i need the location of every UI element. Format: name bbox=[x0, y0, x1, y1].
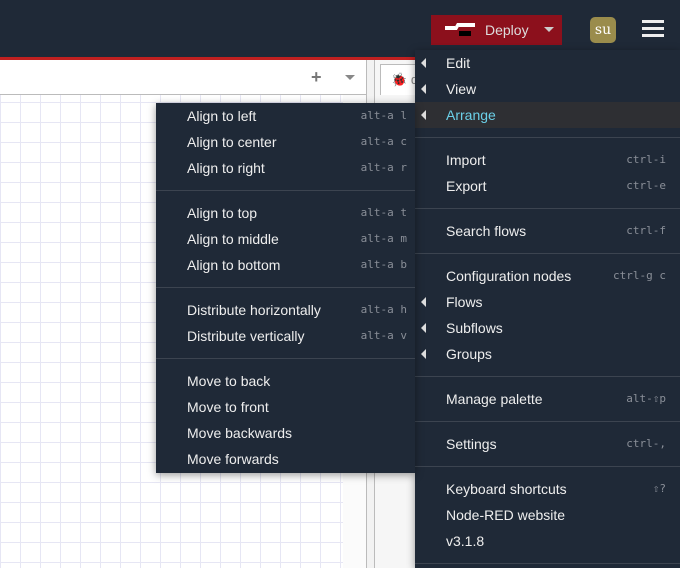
menu-item-label: Arrange bbox=[446, 107, 496, 123]
menu-divider bbox=[156, 287, 415, 288]
menu-item-label: Settings bbox=[446, 436, 497, 452]
menu-item-shortcut: alt-a v bbox=[360, 329, 407, 342]
menu-item-label: Distribute vertically bbox=[187, 328, 305, 344]
menu-item-label: v3.1.8 bbox=[446, 533, 485, 549]
menu-item-label: Export bbox=[446, 178, 487, 194]
deploy-dropdown-icon[interactable] bbox=[544, 27, 554, 32]
menu-item-label: Node-RED website bbox=[446, 507, 566, 523]
flow-list-dropdown-icon[interactable] bbox=[345, 75, 355, 80]
submenu-arrow-icon bbox=[421, 84, 426, 94]
menu-item-edit[interactable]: Edit bbox=[415, 50, 680, 76]
hamburger-menu-icon[interactable] bbox=[642, 20, 664, 38]
menu-item-label: Flows bbox=[446, 294, 483, 310]
menu-item-view[interactable]: View bbox=[415, 76, 680, 102]
menu-item-move-backwards[interactable]: Move backwards bbox=[156, 420, 415, 446]
deploy-label: Deploy bbox=[485, 22, 529, 38]
menu-item-label: Subflows bbox=[446, 320, 503, 336]
menu-divider bbox=[415, 137, 680, 138]
menu-item-align-to-center[interactable]: Align to center alt-a c bbox=[156, 129, 415, 155]
menu-item-align-to-top[interactable]: Align to top alt-a t bbox=[156, 200, 415, 226]
menu-item-subflows[interactable]: Subflows bbox=[415, 315, 680, 341]
submenu-arrow-icon bbox=[421, 58, 426, 68]
menu-item-distribute-horizontally[interactable]: Distribute horizontally alt-a h bbox=[156, 297, 415, 323]
menu-item-label: Configuration nodes bbox=[446, 268, 572, 284]
menu-item-label: Move backwards bbox=[187, 425, 293, 441]
menu-item-shortcut: alt-⇧p bbox=[626, 392, 666, 405]
main-menu: Edit View Arrange Import ctrl-i Export ctrl-e S… bbox=[415, 50, 680, 568]
menu-item-shortcut: alt-a c bbox=[360, 135, 407, 148]
menu-item-label: Align to center bbox=[187, 134, 277, 150]
submenu-arrow-icon bbox=[421, 297, 426, 307]
add-flow-icon[interactable]: + bbox=[311, 67, 322, 88]
menu-item-flows[interactable]: Flows bbox=[415, 289, 680, 315]
menu-item-label: Align to bottom bbox=[187, 257, 281, 273]
menu-item-shortcut: ⇧? bbox=[652, 482, 666, 495]
menu-item-label: Align to left bbox=[187, 108, 257, 124]
menu-divider bbox=[415, 466, 680, 467]
menu-item-import[interactable]: Import ctrl-i bbox=[415, 147, 680, 173]
menu-item-move-to-back[interactable]: Move to back bbox=[156, 368, 415, 394]
menu-divider bbox=[415, 253, 680, 254]
menu-item-label: Move to front bbox=[187, 399, 269, 415]
menu-item-export[interactable]: Export ctrl-e bbox=[415, 173, 680, 199]
menu-item-shortcut: alt-a h bbox=[360, 303, 407, 316]
menu-item-shortcut: alt-a l bbox=[360, 109, 407, 122]
menu-item-node-red-website[interactable]: Node-RED website bbox=[415, 502, 680, 528]
menu-item-shortcut: ctrl-g c bbox=[613, 269, 666, 282]
submenu-arrow-icon bbox=[421, 349, 426, 359]
menu-divider bbox=[415, 208, 680, 209]
menu-item-shortcut: ctrl-f bbox=[626, 224, 666, 237]
menu-item-label: Distribute horizontally bbox=[187, 302, 321, 318]
menu-divider bbox=[415, 421, 680, 422]
menu-item-shortcut: ctrl-i bbox=[626, 153, 666, 166]
menu-item-label: Move to back bbox=[187, 373, 271, 389]
menu-item-align-to-right[interactable]: Align to right alt-a r bbox=[156, 155, 415, 181]
menu-item-shortcut: alt-a r bbox=[360, 161, 407, 174]
menu-item-configuration-nodes[interactable]: Configuration nodes ctrl-g c bbox=[415, 263, 680, 289]
menu-item-search-flows[interactable]: Search flows ctrl-f bbox=[415, 218, 680, 244]
menu-item-label: Move forwards bbox=[187, 451, 279, 467]
workspace-tab-bar: + bbox=[0, 60, 366, 95]
menu-divider bbox=[415, 563, 680, 564]
menu-item-label: Manage palette bbox=[446, 391, 543, 407]
menu-item-label: Align to top bbox=[187, 205, 258, 221]
menu-item-groups[interactable]: Groups bbox=[415, 341, 680, 367]
submenu-arrow-icon bbox=[421, 323, 426, 333]
user-avatar[interactable]: su bbox=[590, 17, 616, 43]
menu-item-label: Groups bbox=[446, 346, 492, 362]
menu-item-shortcut: ctrl-, bbox=[626, 437, 666, 450]
menu-item-label: Align to middle bbox=[187, 231, 279, 247]
deploy-button[interactable]: Deploy bbox=[431, 15, 562, 45]
menu-item-label: Edit bbox=[446, 55, 471, 71]
arrange-submenu: Align to left alt-a l Align to center alt-a… bbox=[156, 103, 415, 473]
menu-item-label: Align to right bbox=[187, 160, 265, 176]
submenu-arrow-icon bbox=[421, 110, 426, 120]
menu-item-keyboard-shortcuts[interactable]: Keyboard shortcuts ⇧? bbox=[415, 476, 680, 502]
menu-item-label: Keyboard shortcuts bbox=[446, 481, 567, 497]
menu-divider bbox=[156, 190, 415, 191]
menu-item-manage-palette[interactable]: Manage palette alt-⇧p bbox=[415, 386, 680, 412]
menu-item-distribute-vertically[interactable]: Distribute vertically alt-a v bbox=[156, 323, 415, 349]
menu-item-label: Import bbox=[446, 152, 486, 168]
menu-item-shortcut: alt-a m bbox=[360, 232, 407, 245]
menu-item-shortcut: alt-a b bbox=[360, 258, 407, 271]
menu-divider bbox=[415, 376, 680, 377]
menu-item-shortcut: ctrl-e bbox=[626, 179, 666, 192]
menu-item-shortcut: alt-a t bbox=[360, 206, 407, 219]
menu-item-align-to-middle[interactable]: Align to middle alt-a m bbox=[156, 226, 415, 252]
menu-item-arrange[interactable]: Arrange bbox=[415, 102, 680, 128]
menu-item-move-to-front[interactable]: Move to front bbox=[156, 394, 415, 420]
deploy-icon bbox=[445, 23, 475, 37]
menu-item-settings[interactable]: Settings ctrl-, bbox=[415, 431, 680, 457]
menu-item-v3-1-8[interactable]: v3.1.8 bbox=[415, 528, 680, 554]
bug-icon: 🐞 bbox=[391, 72, 408, 87]
menu-divider bbox=[156, 358, 415, 359]
menu-item-align-to-left[interactable]: Align to left alt-a l bbox=[156, 103, 415, 129]
menu-item-align-to-bottom[interactable]: Align to bottom alt-a b bbox=[156, 252, 415, 278]
menu-item-label: View bbox=[446, 81, 477, 97]
menu-item-label: Search flows bbox=[446, 223, 527, 239]
menu-item-move-forwards[interactable]: Move forwards bbox=[156, 446, 415, 472]
